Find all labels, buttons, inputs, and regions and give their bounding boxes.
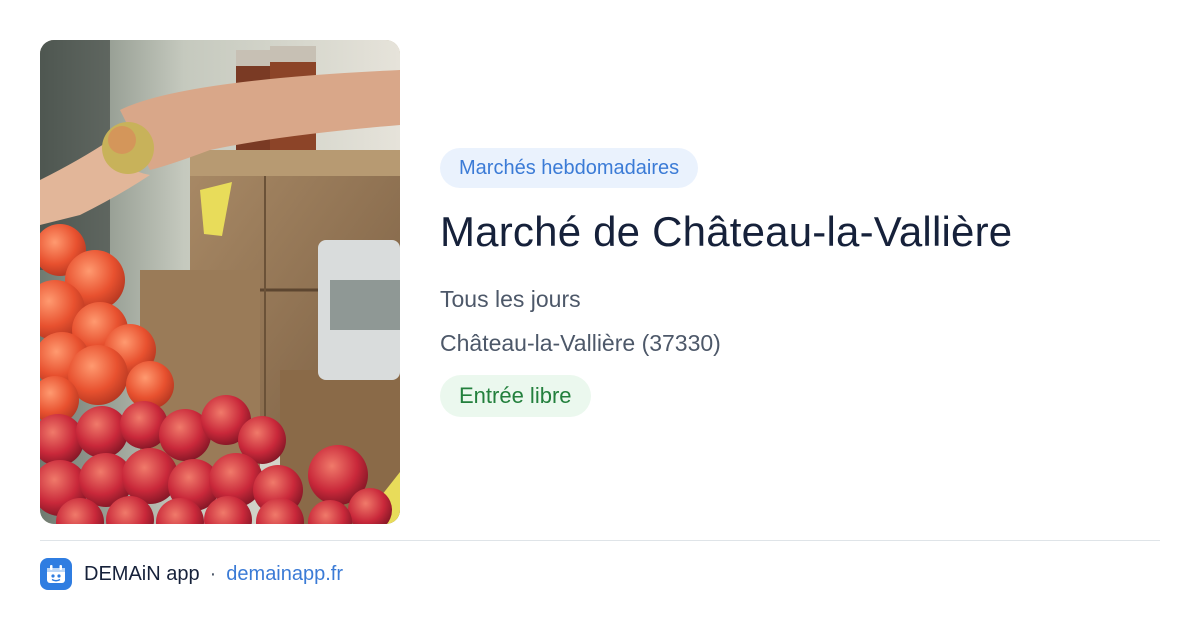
footer-divider — [40, 540, 1160, 541]
brand-name: DEMAiN app — [84, 562, 200, 585]
demain-app-logo-icon — [40, 558, 72, 590]
site-link[interactable]: demainapp.fr — [226, 563, 343, 586]
event-details: Marchés hebdomadaires Marché de Château-… — [440, 148, 1160, 417]
event-schedule: Tous les jours — [440, 286, 581, 312]
footer: DEMAiN app · demainapp.fr — [40, 558, 343, 590]
category-badge[interactable]: Marchés hebdomadaires — [440, 148, 699, 188]
share-card: Marchés hebdomadaires Marché de Château-… — [0, 0, 1200, 630]
event-title: Marché de Château-la-Vallière — [440, 208, 1013, 255]
footer-separator: · — [209, 562, 217, 585]
event-location: Château-la-Vallière (37330) — [440, 330, 721, 356]
market-photo — [40, 40, 400, 524]
access-badge: Entrée libre — [440, 375, 591, 417]
